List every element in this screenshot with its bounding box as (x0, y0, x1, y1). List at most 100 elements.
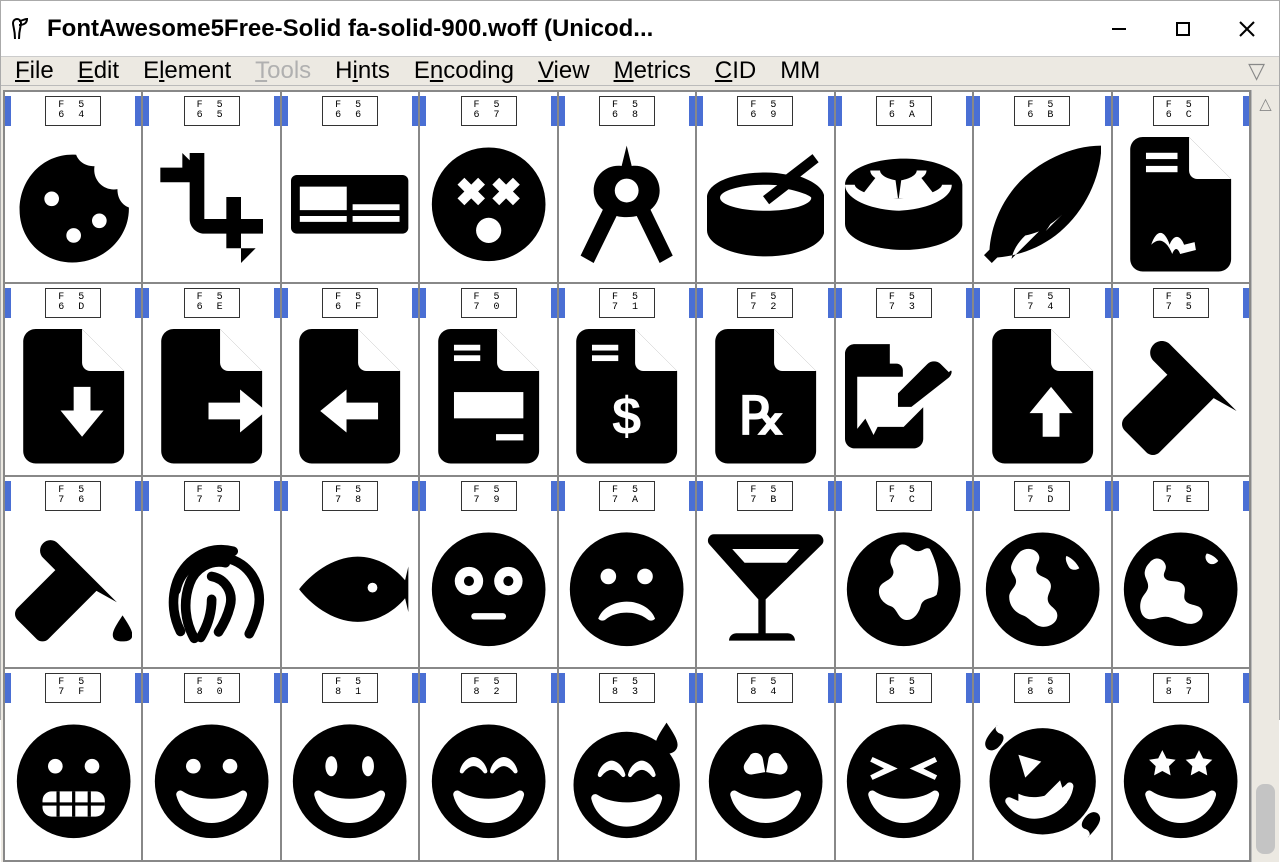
glyph-cell-dizzy[interactable]: F 56 7 (419, 91, 557, 283)
menu-encoding[interactable]: Encoding (414, 57, 514, 85)
globe-africa-icon (836, 511, 972, 667)
glyph-cell-file-contract[interactable]: F 56 C (1112, 91, 1250, 283)
glyph-cell-digital-tachograph[interactable]: F 56 6 (281, 91, 419, 283)
cookie-bite-icon (5, 126, 141, 282)
glyph-cell-file-import[interactable]: F 56 F (281, 283, 419, 475)
grin-icon (143, 703, 279, 859)
glyph-cell-drum[interactable]: F 56 9 (696, 91, 834, 283)
glyph-cell-glass-martini-alt[interactable]: F 57 B (696, 476, 834, 668)
glyph-cell-feather-alt[interactable]: F 56 B (973, 91, 1111, 283)
glyph-cell-file-upload[interactable]: F 57 4 (973, 283, 1111, 475)
glyph-cell-grin-hearts[interactable]: F 58 4 (696, 668, 834, 860)
svg-text:℞: ℞ (739, 388, 786, 447)
feather-alt-icon (974, 126, 1110, 282)
glyph-code-label: F 56 F (322, 288, 378, 318)
glyph-cell-grin-beam-sweat[interactable]: F 58 3 (558, 668, 696, 860)
digital-tachograph-icon (282, 126, 418, 282)
crop-alt-icon (143, 126, 279, 282)
glyph-code-label: F 58 6 (1014, 673, 1070, 703)
file-prescription-icon: ℞ (697, 318, 833, 474)
glyph-code-label: F 57 5 (1153, 288, 1209, 318)
menu-metrics[interactable]: Metrics (614, 57, 691, 85)
glyph-code-label: F 57 D (1014, 481, 1070, 511)
glyph-code-label: F 57 C (876, 481, 932, 511)
glyph-code-label: F 57 0 (461, 288, 517, 318)
glyph-code-label: F 56 E (184, 288, 240, 318)
menu-hints[interactable]: Hints (335, 57, 390, 85)
menu-file[interactable]: File (15, 57, 54, 85)
menu-cid[interactable]: CID (715, 57, 756, 85)
menu-view[interactable]: View (538, 57, 590, 85)
glyph-code-label: F 56 4 (45, 96, 101, 126)
glyph-cell-drum-steelpan[interactable]: F 56 A (835, 91, 973, 283)
glyph-code-label: F 56 D (45, 288, 101, 318)
glyph-cell-fill[interactable]: F 57 5 (1112, 283, 1250, 475)
glyph-code-label: F 57 8 (322, 481, 378, 511)
glyph-code-label: F 56 B (1014, 96, 1070, 126)
menu-overflow-icon[interactable]: ▽ (1248, 58, 1265, 84)
glyph-code-label: F 57 F (45, 673, 101, 703)
glyph-code-label: F 58 5 (876, 673, 932, 703)
glyph-cell-file-signature[interactable]: F 57 3 (835, 283, 973, 475)
glyph-code-label: F 56 A (876, 96, 932, 126)
file-import-icon (282, 318, 418, 474)
glyph-cell-grin-squint-tears[interactable]: F 58 6 (973, 668, 1111, 860)
glyph-cell-file-download[interactable]: F 56 D (4, 283, 142, 475)
file-download-icon (5, 318, 141, 474)
glyph-cell-file-invoice[interactable]: F 57 0 (419, 283, 557, 475)
scroll-up-icon[interactable]: △ (1259, 90, 1271, 118)
menu-mm[interactable]: MM (780, 57, 820, 85)
glyph-cell-file-invoice-dollar[interactable]: F 57 1 $ (558, 283, 696, 475)
glyph-cell-grin-squint[interactable]: F 58 5 (835, 668, 973, 860)
scroll-track[interactable] (1252, 118, 1279, 862)
glyph-cell-globe-americas[interactable]: F 57 D (973, 476, 1111, 668)
glyph-cell-globe-africa[interactable]: F 57 C (835, 476, 973, 668)
close-button[interactable] (1215, 1, 1279, 57)
grin-hearts-icon (697, 703, 833, 859)
grimace-icon (5, 703, 141, 859)
glyph-cell-grin-beam[interactable]: F 58 2 (419, 668, 557, 860)
glyph-cell-file-export[interactable]: F 56 E (142, 283, 280, 475)
maximize-button[interactable] (1151, 1, 1215, 57)
glyph-cell-drafting-compass[interactable]: F 56 8 (558, 91, 696, 283)
file-upload-icon (974, 318, 1110, 474)
glyph-cell-globe-asia[interactable]: F 57 E (1112, 476, 1250, 668)
frown-open-icon (559, 511, 695, 667)
glyph-code-label: F 56 6 (322, 96, 378, 126)
globe-asia-icon (1113, 511, 1249, 667)
glyph-cell-file-prescription[interactable]: F 57 2 ℞ (696, 283, 834, 475)
glyph-grid: F 56 4 F 56 5 F 56 6 F 56 7 F 56 8 (3, 90, 1251, 862)
glyph-cell-fill-drip[interactable]: F 57 6 (4, 476, 142, 668)
minimize-button[interactable] (1087, 1, 1151, 57)
menubar: File Edit Element Tools Hints Encoding V… (1, 57, 1279, 86)
menu-edit[interactable]: Edit (78, 57, 119, 85)
glyph-code-label: F 58 3 (599, 673, 655, 703)
glyph-code-label: F 57 A (599, 481, 655, 511)
window-title: FontAwesome5Free-Solid fa-solid-900.woff… (41, 15, 1087, 43)
glyph-cell-grin-alt[interactable]: F 58 1 (281, 668, 419, 860)
glyph-cell-grin[interactable]: F 58 0 (142, 668, 280, 860)
glyph-cell-frown-open[interactable]: F 57 A (558, 476, 696, 668)
titlebar[interactable]: FontAwesome5Free-Solid fa-solid-900.woff… (1, 1, 1279, 57)
glyph-code-label: F 57 9 (461, 481, 517, 511)
grin-squint-tears-icon (974, 703, 1110, 859)
file-invoice-dollar-icon: $ (559, 318, 695, 474)
file-invoice-icon (420, 318, 556, 474)
glyph-cell-flushed[interactable]: F 57 9 (419, 476, 557, 668)
app-icon (1, 17, 41, 41)
glyph-cell-grimace[interactable]: F 57 F (4, 668, 142, 860)
scrollbar[interactable]: △ (1251, 90, 1279, 862)
glyph-cell-cookie-bite[interactable]: F 56 4 (4, 91, 142, 283)
file-contract-icon (1113, 126, 1249, 282)
dizzy-icon (420, 126, 556, 282)
glyph-cell-grin-stars[interactable]: F 58 7 (1112, 668, 1250, 860)
glyph-code-label: F 56 9 (737, 96, 793, 126)
glyph-cell-crop-alt[interactable]: F 56 5 (142, 91, 280, 283)
glyph-cell-fingerprint[interactable]: F 57 7 (142, 476, 280, 668)
glyph-code-label: F 57 6 (45, 481, 101, 511)
scroll-thumb[interactable] (1256, 784, 1275, 854)
glass-martini-alt-icon (697, 511, 833, 667)
glyph-cell-fish[interactable]: F 57 8 (281, 476, 419, 668)
glyph-code-label: F 57 7 (184, 481, 240, 511)
menu-element[interactable]: Element (143, 57, 231, 85)
